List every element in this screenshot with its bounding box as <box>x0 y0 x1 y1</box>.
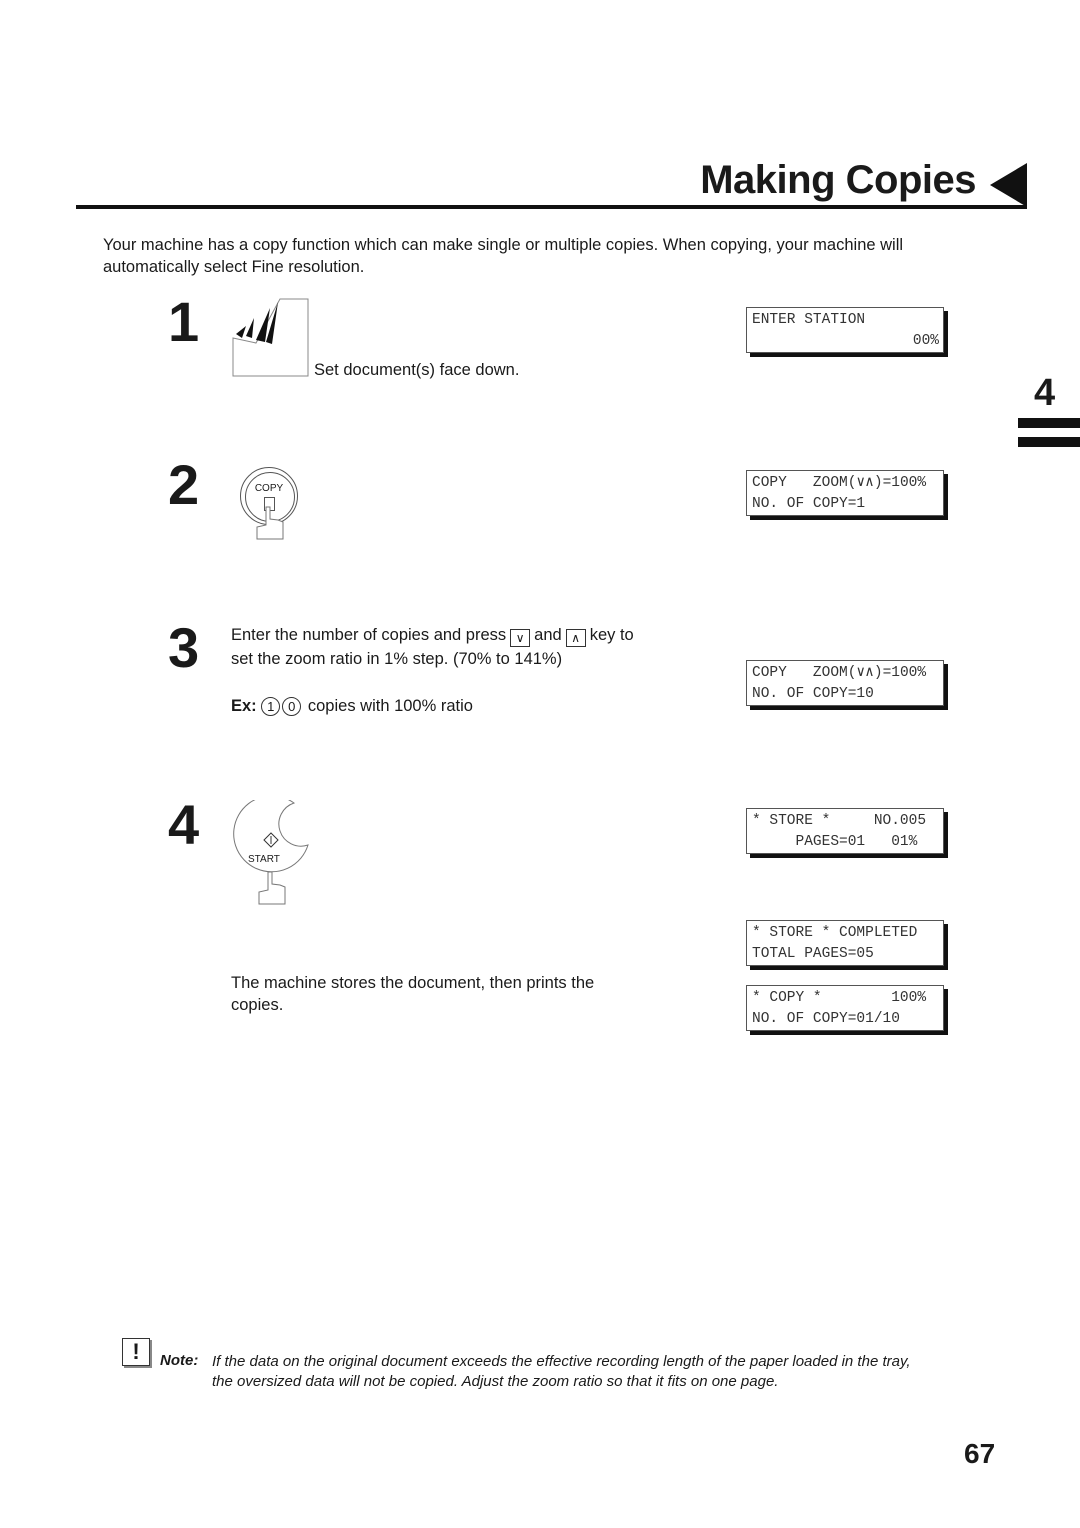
step-number: 3 <box>168 616 200 679</box>
triangle-marker-icon <box>990 163 1027 207</box>
lcd-display: * STORE * NO.005 PAGES=01 01% <box>746 808 944 854</box>
exclamation-icon: ! <box>122 1338 150 1366</box>
start-button-label: START <box>248 854 280 865</box>
chapter-tab-number: 4 <box>1034 372 1056 414</box>
note-text: If the data on the original document exc… <box>212 1353 911 1370</box>
note-text-line2: the oversized data will not be copied. A… <box>212 1373 779 1390</box>
page-title: Making Copies <box>700 158 976 202</box>
step-number: 4 <box>168 793 200 856</box>
pointing-hand-icon <box>258 871 286 905</box>
step-1-text: Set document(s) face down. <box>314 361 520 379</box>
step-3-text-line2: set the zoom ratio in 1% step. (70% to 1… <box>231 650 563 668</box>
pointing-hand-icon <box>256 506 284 540</box>
start-button[interactable]: START <box>232 800 312 880</box>
intro-paragraph: Your machine has a copy function which c… <box>103 236 904 276</box>
step-number: 1 <box>168 290 200 353</box>
key-1-icon: 1 <box>261 697 281 716</box>
lcd-display: * COPY * 100% NO. OF COPY=01/10 <box>746 985 944 1031</box>
up-key-icon: ∧ <box>565 629 586 647</box>
document-feed-icon <box>232 298 309 377</box>
step-4-text: The machine stores the document, then pr… <box>231 974 595 992</box>
manual-page: Making Copies Your machine has a copy fu… <box>0 0 1080 1528</box>
lcd-display: * STORE * COMPLETED TOTAL PAGES=05 <box>746 920 944 966</box>
lcd-display: COPY ZOOM(∨∧)=100% NO. OF COPY=10 <box>746 660 944 706</box>
note-label: Note: <box>160 1352 199 1369</box>
down-key-icon: ∨ <box>510 629 531 647</box>
step-4-text-line2: copies. <box>231 996 284 1014</box>
step-3-text: Enter the number of copies and press ∨ and… <box>231 626 634 647</box>
copy-button-label: COPY <box>254 483 284 494</box>
lcd-display: ENTER STATION 00% <box>746 307 944 353</box>
key-0-icon: 0 <box>282 697 302 716</box>
example: Ex: 10 copies with 100% ratio <box>231 697 473 716</box>
chapter-tab-bar <box>1018 437 1080 447</box>
title-rule <box>76 205 1027 209</box>
lcd-display: COPY ZOOM(∨∧)=100% NO. OF COPY=1 <box>746 470 944 516</box>
step-number: 2 <box>168 453 200 516</box>
page-number: 67 <box>964 1438 996 1469</box>
chapter-tab-bar <box>1018 418 1080 428</box>
